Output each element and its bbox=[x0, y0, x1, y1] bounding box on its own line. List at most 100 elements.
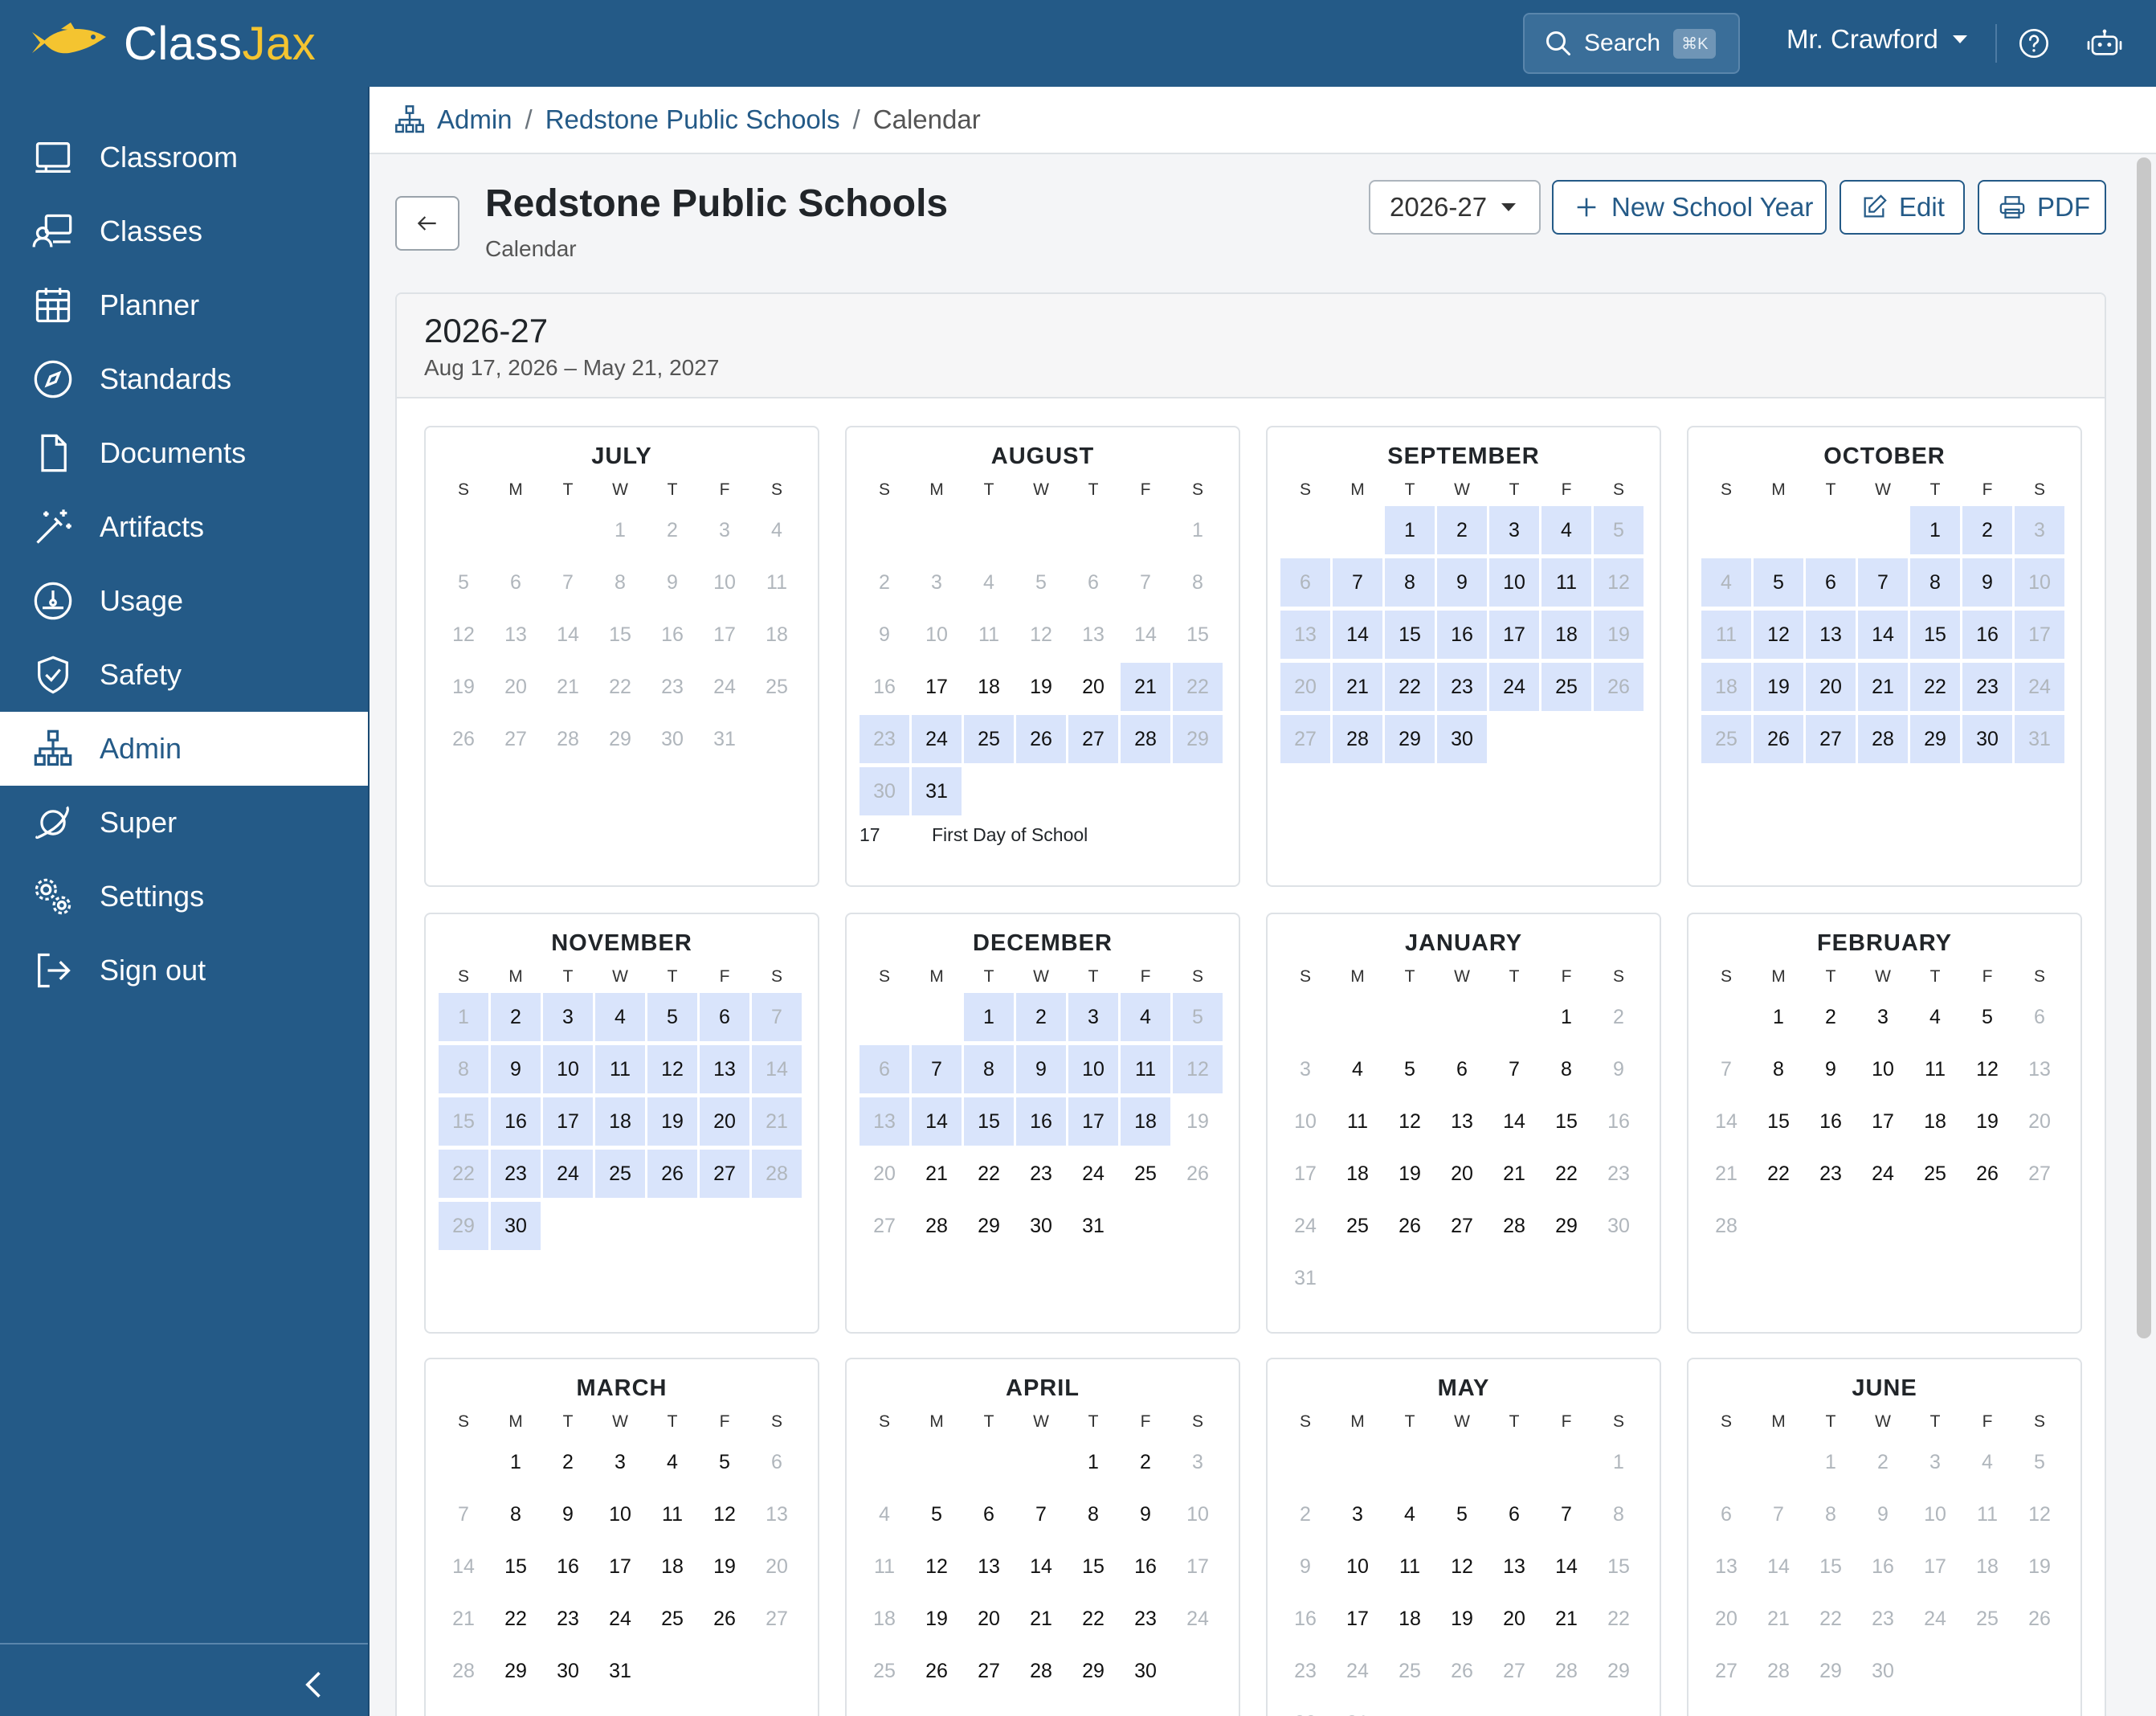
calendar-day[interactable]: 18 bbox=[1385, 1595, 1435, 1643]
calendar-day[interactable]: 16 bbox=[491, 1097, 541, 1146]
calendar-day[interactable]: 11 bbox=[1910, 1045, 1960, 1093]
calendar-day[interactable]: 27 bbox=[964, 1647, 1014, 1695]
calendar-day[interactable]: 12 bbox=[1437, 1542, 1487, 1591]
calendar-day[interactable]: 7 bbox=[439, 1490, 488, 1538]
calendar-day[interactable]: 21 bbox=[1489, 1150, 1539, 1198]
calendar-day[interactable]: 2 bbox=[1962, 506, 2012, 554]
calendar-day[interactable]: 17 bbox=[2015, 611, 2064, 659]
calendar-day[interactable]: 30 bbox=[491, 1202, 541, 1250]
calendar-day[interactable]: 13 bbox=[1280, 611, 1330, 659]
calendar-day[interactable]: 2 bbox=[1121, 1438, 1170, 1486]
calendar-day[interactable]: 13 bbox=[752, 1490, 802, 1538]
calendar-day[interactable]: 14 bbox=[439, 1542, 488, 1591]
calendar-day[interactable]: 30 bbox=[1962, 715, 2012, 763]
calendar-day[interactable]: 4 bbox=[1385, 1490, 1435, 1538]
calendar-day[interactable]: 13 bbox=[2015, 1045, 2064, 1093]
calendar-day[interactable]: 21 bbox=[1333, 663, 1382, 711]
calendar-day[interactable]: 25 bbox=[1962, 1595, 2012, 1643]
chevron-left-icon[interactable] bbox=[297, 1665, 333, 1705]
calendar-day[interactable]: 29 bbox=[1173, 715, 1223, 763]
calendar-day[interactable]: 28 bbox=[1016, 1647, 1066, 1695]
calendar-day[interactable]: 21 bbox=[1754, 1595, 1803, 1643]
calendar-day[interactable]: 21 bbox=[752, 1097, 802, 1146]
calendar-day[interactable]: 25 bbox=[1385, 1647, 1435, 1695]
calendar-day[interactable]: 25 bbox=[647, 1595, 697, 1643]
calendar-day[interactable]: 22 bbox=[1541, 1150, 1591, 1198]
calendar-day[interactable]: 28 bbox=[1489, 1202, 1539, 1250]
sidebar-item-classes[interactable]: Classes bbox=[0, 194, 370, 268]
calendar-day[interactable]: 9 bbox=[1280, 1542, 1330, 1591]
calendar-day[interactable]: 3 bbox=[1280, 1045, 1330, 1093]
calendar-day[interactable]: 14 bbox=[1701, 1097, 1751, 1146]
calendar-day[interactable]: 16 bbox=[1858, 1542, 1908, 1591]
calendar-day[interactable]: 20 bbox=[491, 663, 541, 711]
calendar-day[interactable]: 25 bbox=[1701, 715, 1751, 763]
calendar-day[interactable]: 8 bbox=[1806, 1490, 1856, 1538]
calendar-day[interactable]: 5 bbox=[1962, 993, 2012, 1041]
calendar-day[interactable]: 13 bbox=[700, 1045, 749, 1093]
calendar-day[interactable]: 25 bbox=[1333, 1202, 1382, 1250]
calendar-day[interactable]: 7 bbox=[752, 993, 802, 1041]
calendar-day[interactable]: 10 bbox=[912, 611, 962, 659]
calendar-day[interactable]: 15 bbox=[439, 1097, 488, 1146]
calendar-day[interactable]: 17 bbox=[1910, 1542, 1960, 1591]
calendar-day[interactable]: 19 bbox=[1754, 663, 1803, 711]
calendar-day[interactable]: 11 bbox=[1333, 1097, 1382, 1146]
calendar-day[interactable]: 18 bbox=[1910, 1097, 1960, 1146]
calendar-day[interactable]: 22 bbox=[439, 1150, 488, 1198]
calendar-day[interactable]: 15 bbox=[491, 1542, 541, 1591]
calendar-day[interactable]: 3 bbox=[543, 993, 593, 1041]
calendar-day[interactable]: 11 bbox=[647, 1490, 697, 1538]
calendar-day[interactable]: 4 bbox=[964, 558, 1014, 607]
calendar-day[interactable]: 2 bbox=[1858, 1438, 1908, 1486]
calendar-day[interactable]: 6 bbox=[860, 1045, 909, 1093]
calendar-day[interactable]: 11 bbox=[1962, 1490, 2012, 1538]
calendar-day[interactable]: 5 bbox=[700, 1438, 749, 1486]
calendar-day[interactable]: 3 bbox=[1173, 1438, 1223, 1486]
sidebar-item-super[interactable]: Super bbox=[0, 786, 370, 860]
calendar-day[interactable]: 24 bbox=[1280, 1202, 1330, 1250]
new-school-year-button[interactable]: New School Year bbox=[1552, 180, 1827, 235]
calendar-day[interactable]: 8 bbox=[1541, 1045, 1591, 1093]
calendar-day[interactable]: 4 bbox=[595, 993, 645, 1041]
calendar-day[interactable]: 28 bbox=[752, 1150, 802, 1198]
calendar-day[interactable]: 28 bbox=[1333, 715, 1382, 763]
calendar-day[interactable]: 14 bbox=[1858, 611, 1908, 659]
calendar-day[interactable]: 24 bbox=[543, 1150, 593, 1198]
calendar-day[interactable]: 16 bbox=[1280, 1595, 1330, 1643]
calendar-day[interactable]: 12 bbox=[1385, 1097, 1435, 1146]
calendar-day[interactable]: 1 bbox=[1173, 506, 1223, 554]
calendar-day[interactable]: 28 bbox=[1541, 1647, 1591, 1695]
calendar-day[interactable]: 12 bbox=[1594, 558, 1644, 607]
calendar-day[interactable]: 12 bbox=[1173, 1045, 1223, 1093]
calendar-day[interactable]: 21 bbox=[1541, 1595, 1591, 1643]
calendar-day[interactable]: 3 bbox=[595, 1438, 645, 1486]
calendar-day[interactable]: 29 bbox=[439, 1202, 488, 1250]
calendar-day[interactable]: 13 bbox=[964, 1542, 1014, 1591]
calendar-day[interactable]: 25 bbox=[860, 1647, 909, 1695]
calendar-day[interactable]: 29 bbox=[1910, 715, 1960, 763]
calendar-day[interactable]: 29 bbox=[964, 1202, 1014, 1250]
calendar-day[interactable]: 26 bbox=[1385, 1202, 1435, 1250]
calendar-day[interactable]: 20 bbox=[2015, 1097, 2064, 1146]
calendar-day[interactable]: 6 bbox=[1489, 1490, 1539, 1538]
calendar-day[interactable]: 4 bbox=[1701, 558, 1751, 607]
calendar-day[interactable]: 10 bbox=[1333, 1542, 1382, 1591]
calendar-day[interactable]: 15 bbox=[1806, 1542, 1856, 1591]
calendar-day[interactable]: 6 bbox=[1068, 558, 1118, 607]
calendar-day[interactable]: 13 bbox=[1489, 1542, 1539, 1591]
calendar-day[interactable]: 5 bbox=[1173, 993, 1223, 1041]
calendar-day[interactable]: 23 bbox=[1016, 1150, 1066, 1198]
calendar-day[interactable]: 23 bbox=[1594, 1150, 1644, 1198]
calendar-day[interactable]: 9 bbox=[1594, 1045, 1644, 1093]
calendar-day[interactable]: 1 bbox=[1068, 1438, 1118, 1486]
calendar-day[interactable]: 5 bbox=[1385, 1045, 1435, 1093]
calendar-day[interactable]: 2 bbox=[543, 1438, 593, 1486]
calendar-day[interactable]: 19 bbox=[647, 1097, 697, 1146]
calendar-day[interactable]: 31 bbox=[595, 1647, 645, 1695]
calendar-day[interactable]: 6 bbox=[700, 993, 749, 1041]
calendar-day[interactable]: 29 bbox=[491, 1647, 541, 1695]
calendar-day[interactable]: 4 bbox=[1121, 993, 1170, 1041]
calendar-day[interactable]: 17 bbox=[700, 611, 749, 659]
calendar-day[interactable]: 2 bbox=[1280, 1490, 1330, 1538]
